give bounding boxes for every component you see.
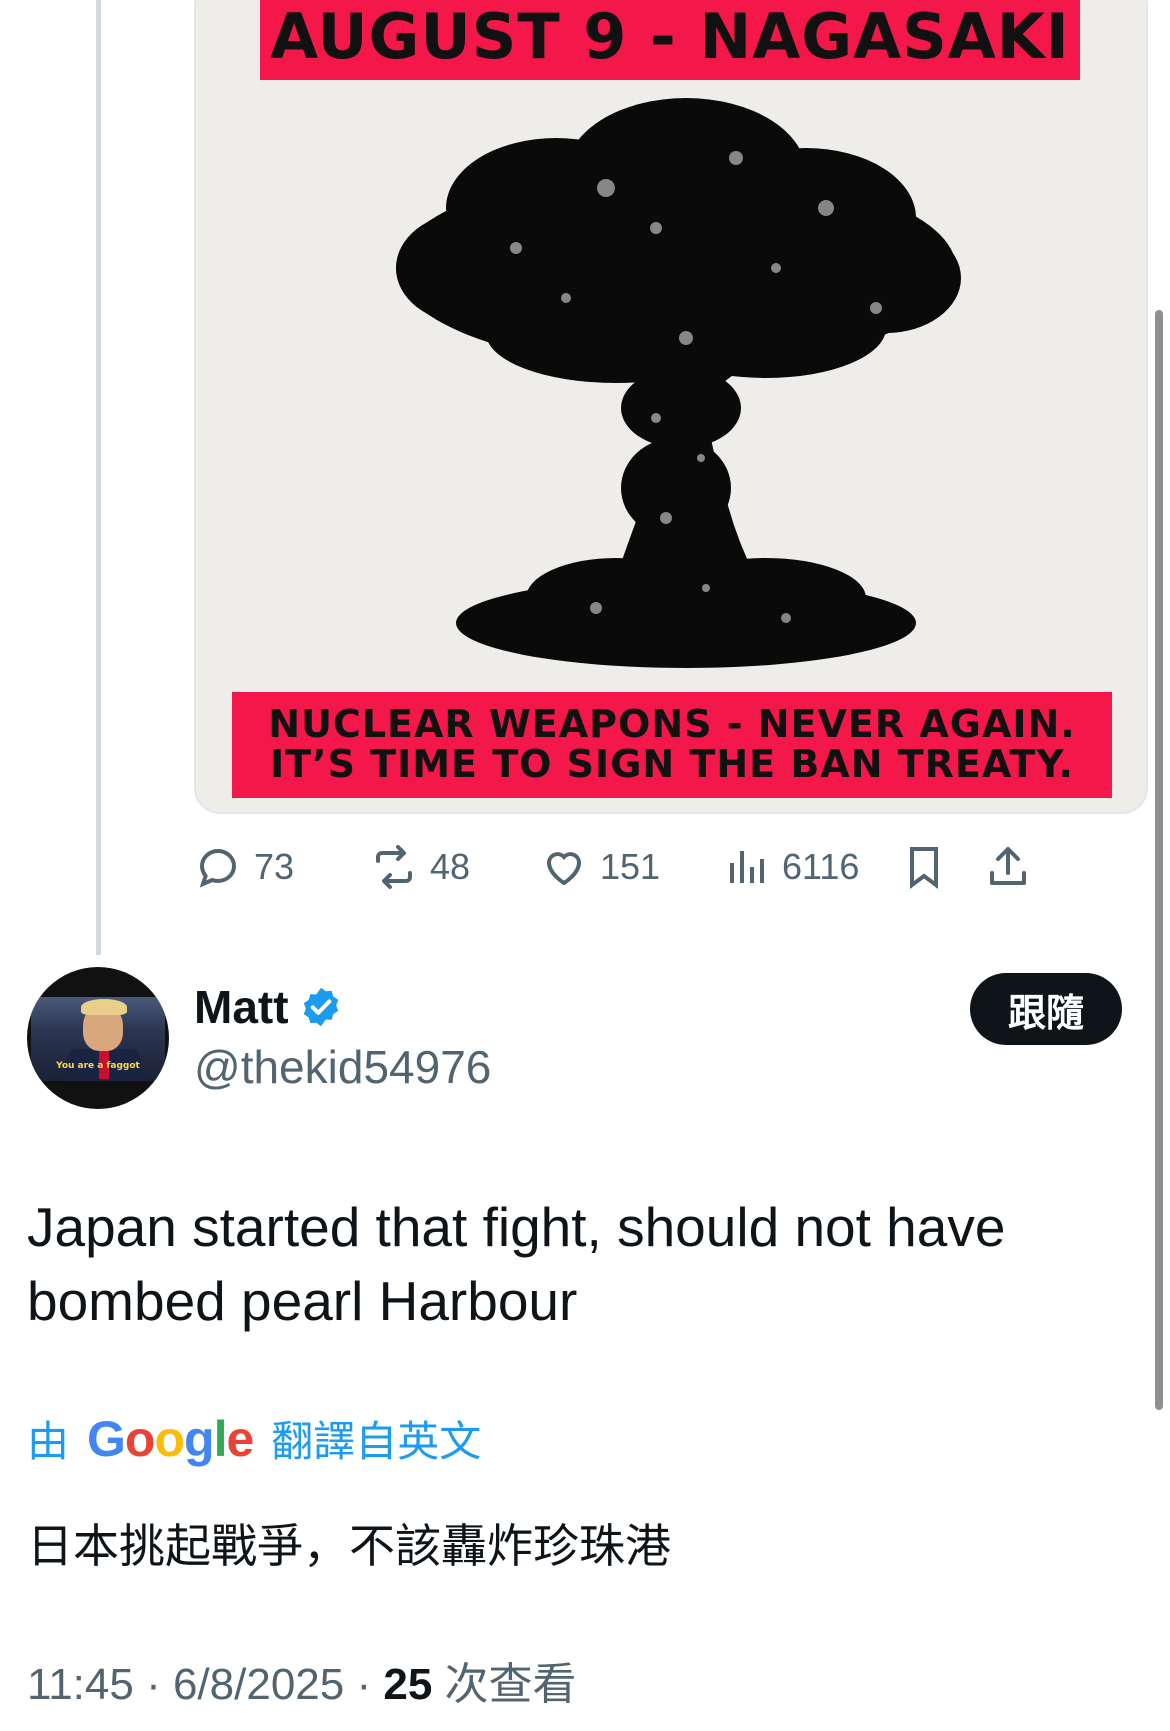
reply-button[interactable]: 73: [194, 832, 294, 902]
poster-bottom-line-2: IT’S TIME TO SIGN THE BAN TREATY.: [270, 742, 1074, 786]
tweet-media-image[interactable]: AUGUST 9 - NAGASAKI NUCLEAR WEAPONS - NE…: [194, 0, 1148, 814]
translation-attribution[interactable]: 由 Google 翻譯自英文: [27, 1408, 481, 1469]
scrollbar[interactable]: [1155, 310, 1163, 1410]
repost-count: 48: [430, 846, 471, 887]
reply-count: 73: [254, 846, 295, 887]
analytics-icon: [730, 851, 764, 883]
poster-bottom-banner: NUCLEAR WEAPONS - NEVER AGAIN. IT’S TIME…: [232, 692, 1112, 798]
like-button[interactable]: 151: [540, 832, 660, 902]
reply-icon: [199, 848, 237, 888]
poster-bottom-line-1: NUCLEAR WEAPONS - NEVER AGAIN.: [268, 702, 1076, 746]
translate-prefix: 由: [27, 1418, 70, 1465]
tweet-text: Japan started that fight, should not hav…: [27, 1196, 1006, 1332]
views-count: 6116: [782, 846, 860, 887]
views-button[interactable]: 6116: [722, 832, 859, 902]
display-name-text: Matt: [194, 981, 289, 1033]
repost-button[interactable]: 48: [370, 832, 470, 902]
repost-icon: [376, 845, 412, 889]
tweet-action-bar: 73 48 151 6116: [194, 832, 1144, 902]
translate-suffix: 翻譯自英文: [271, 1418, 482, 1465]
tweet-metadata: 11:45 · 6/8/2025 · 25 次查看: [27, 1648, 577, 1712]
share-icon: [990, 847, 1026, 885]
verified-badge-icon: [303, 987, 338, 1027]
thread-connector-line: [96, 0, 101, 955]
display-name[interactable]: Matt: [194, 980, 343, 1034]
translated-text: 日本挑起戰爭，不該轟炸珍珠港: [27, 1519, 671, 1573]
heart-icon: [546, 852, 582, 886]
tweet-date[interactable]: 6/8/2025: [173, 1660, 344, 1710]
mushroom-cloud-graphic: [396, 98, 961, 668]
tweet-time[interactable]: 11:45: [27, 1660, 134, 1710]
like-count: 151: [600, 846, 661, 887]
google-logo: Google: [87, 1410, 254, 1467]
poster-top-banner: AUGUST 9 - NAGASAKI: [260, 0, 1080, 80]
tweet-views-label: 次查看: [444, 1660, 577, 1709]
tweet-views-count: 25: [383, 1660, 433, 1709]
avatar-caption: You are a faggot: [56, 1061, 140, 1071]
user-handle[interactable]: @thekid54976: [194, 1040, 491, 1094]
share-button[interactable]: [984, 832, 1032, 902]
avatar[interactable]: You are a faggot: [27, 967, 169, 1109]
bookmark-icon: [910, 847, 938, 889]
bookmark-button[interactable]: [900, 832, 948, 902]
avatar-photo: You are a faggot: [31, 997, 165, 1081]
follow-button[interactable]: 跟隨: [970, 973, 1122, 1045]
